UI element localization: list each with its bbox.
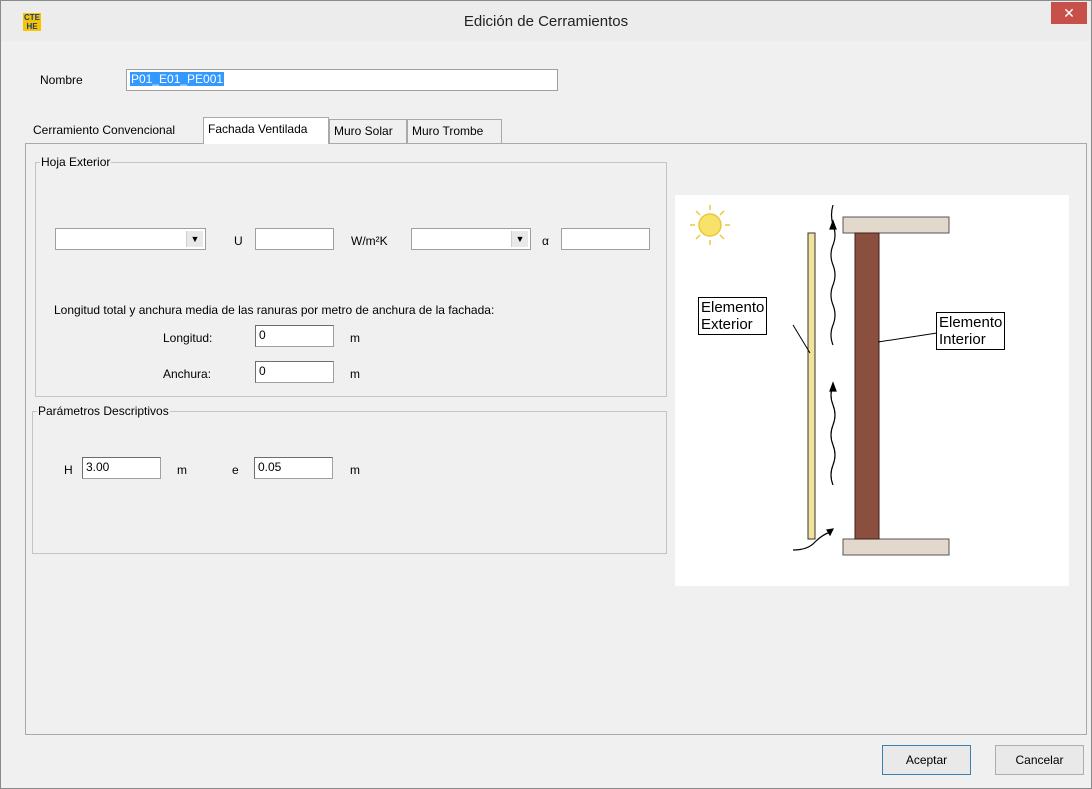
e-unit: m	[350, 463, 360, 477]
interior-label-line2: Interior	[939, 331, 986, 348]
window-title: Edición de Cerramientos	[463, 13, 629, 30]
sun-icon	[690, 205, 730, 245]
nombre-input[interactable]: P01_E01_PE001	[126, 69, 558, 91]
color-select[interactable]: ▼	[411, 228, 531, 250]
bottom-slab	[842, 538, 950, 556]
anchura-unit: m	[350, 367, 360, 381]
close-button[interactable]: ✕	[1051, 2, 1087, 24]
nombre-value: P01_E01_PE001	[130, 72, 225, 86]
color-select-value	[412, 226, 418, 246]
hoja-exterior-title: Hoja Exterior	[40, 155, 112, 169]
anchura-input[interactable]: 0	[255, 361, 334, 383]
material-select-value	[56, 226, 62, 246]
parametros-group: Parámetros Descriptivos	[32, 404, 667, 554]
material-select[interactable]: ▼	[55, 228, 206, 250]
e-input[interactable]: 0.05	[254, 457, 333, 479]
tab-fachada-ventilada[interactable]: Fachada Ventilada	[203, 117, 329, 144]
longitud-label: Longitud:	[163, 331, 213, 345]
parametros-title: Parámetros Descriptivos	[37, 404, 170, 418]
interior-leader-line	[877, 332, 938, 343]
u-input[interactable]	[255, 228, 334, 250]
chevron-down-icon[interactable]: ▼	[511, 231, 528, 247]
u-unit: W/m²K	[351, 234, 388, 248]
top-slab	[842, 216, 950, 234]
interior-element-label: Elemento Interior	[936, 312, 1006, 350]
cancel-button[interactable]: Cancelar	[995, 745, 1084, 775]
e-label: e	[232, 463, 239, 477]
anchura-label: Anchura:	[163, 367, 212, 381]
dialog-window: CTE HE Edición de Cerramientos ✕ Nombre …	[0, 0, 1092, 789]
h-input[interactable]: 3.00	[82, 457, 161, 479]
exterior-element-label: Elemento Exterior	[698, 297, 768, 335]
interior-label-line1: Elemento	[939, 314, 1003, 331]
exterior-label-line2: Exterior	[701, 316, 753, 333]
h-unit: m	[177, 463, 187, 477]
tab-muro-solar[interactable]: Muro Solar	[329, 119, 407, 143]
fachada-diagram-svg	[690, 204, 950, 556]
tab-muro-trombe[interactable]: Muro Trombe	[407, 119, 502, 143]
title-bar: CTE HE Edición de Cerramientos ✕	[1, 1, 1091, 41]
exterior-leader-line	[792, 324, 811, 354]
fachada-diagram: Elemento Exterior Elemento Interior	[675, 195, 1069, 586]
chevron-down-icon[interactable]: ▼	[186, 231, 203, 247]
longitud-input[interactable]: 0	[255, 325, 334, 347]
hoja-exterior-group: Hoja Exterior	[35, 155, 667, 397]
interior-wall	[854, 232, 880, 540]
h-label: H	[64, 463, 73, 477]
nombre-label: Nombre	[40, 73, 83, 87]
alpha-input[interactable]	[561, 228, 650, 250]
exterior-cladding	[807, 232, 816, 540]
u-label: U	[234, 234, 243, 248]
tab-cerramiento-convencional[interactable]: Cerramiento Convencional	[29, 119, 201, 143]
close-icon: ✕	[1063, 5, 1075, 21]
exterior-label-line1: Elemento	[701, 299, 765, 316]
alpha-label: α	[542, 234, 549, 248]
longitud-unit: m	[350, 331, 360, 345]
accept-button[interactable]: Aceptar	[882, 745, 971, 775]
ranuras-description: Longitud total y anchura media de las ra…	[54, 303, 495, 317]
